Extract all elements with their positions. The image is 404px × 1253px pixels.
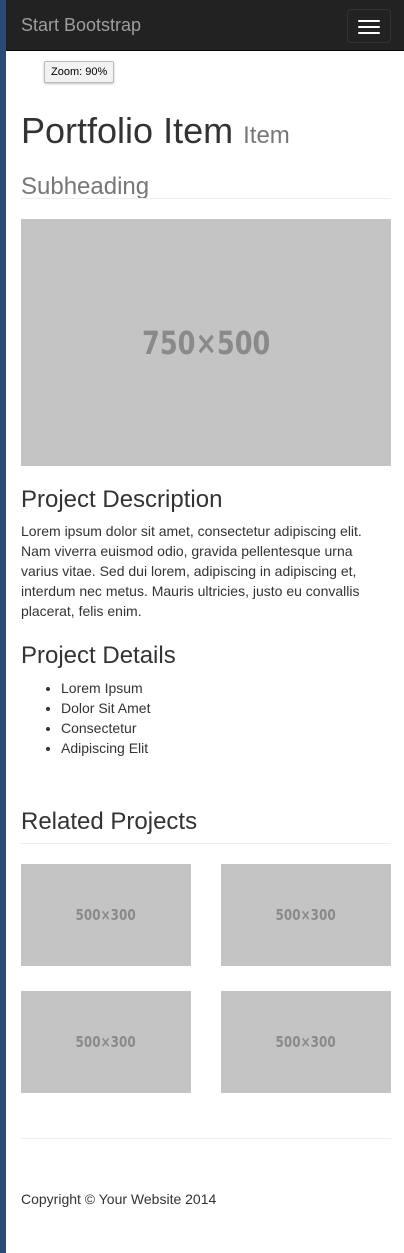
footer-divider: [21, 1138, 391, 1139]
hamburger-menu-icon: [358, 32, 380, 34]
related-divider: [21, 843, 391, 844]
list-item: Lorem Ipsum: [61, 678, 150, 698]
project-description-text: Lorem ipsum dolor sit amet, consectetur …: [21, 523, 362, 619]
list-item: Dolor Sit Amet: [61, 698, 150, 718]
page-title-text: Portfolio Item: [21, 110, 234, 151]
main-image-label: 750×500: [141, 323, 271, 362]
list-item: Consectetur: [61, 718, 150, 738]
project-details-list: Lorem Ipsum Dolor Sit Amet Consectetur A…: [21, 678, 150, 758]
thumbnail-label: 500×300: [75, 906, 137, 924]
page-header: Portfolio Item Item Subheading: [21, 108, 391, 210]
zoom-indicator: Zoom: 90%: [44, 61, 115, 83]
related-projects-heading: Related Projects: [21, 808, 198, 835]
project-details-heading: Project Details: [21, 642, 176, 669]
related-project-thumbnail[interactable]: 500×300: [221, 864, 391, 966]
navbar-toggle-button[interactable]: [347, 9, 391, 43]
thumbnail-label: 500×300: [275, 906, 337, 924]
thumbnail-label: 500×300: [75, 1033, 137, 1051]
related-project-thumbnail[interactable]: 500×300: [21, 864, 191, 966]
main-project-image: 750×500: [21, 219, 391, 466]
page-title: Portfolio Item Item Subheading: [21, 108, 391, 210]
related-project-thumbnail[interactable]: 500×300: [221, 991, 391, 1093]
thumbnail-label: 500×300: [275, 1033, 337, 1051]
project-description-heading: Project Description: [21, 486, 223, 513]
navbar-brand[interactable]: Start Bootstrap: [21, 14, 141, 36]
related-project-thumbnail[interactable]: 500×300: [21, 991, 191, 1093]
header-divider: [21, 198, 391, 199]
hamburger-menu-icon: [358, 26, 380, 28]
top-navbar: Start Bootstrap: [6, 0, 404, 51]
hamburger-menu-icon: [358, 20, 380, 22]
footer-copyright: Copyright © Your Website 2014: [21, 1191, 217, 1207]
left-edge-strip: [0, 0, 6, 1253]
list-item: Adipiscing Elit: [61, 738, 150, 758]
